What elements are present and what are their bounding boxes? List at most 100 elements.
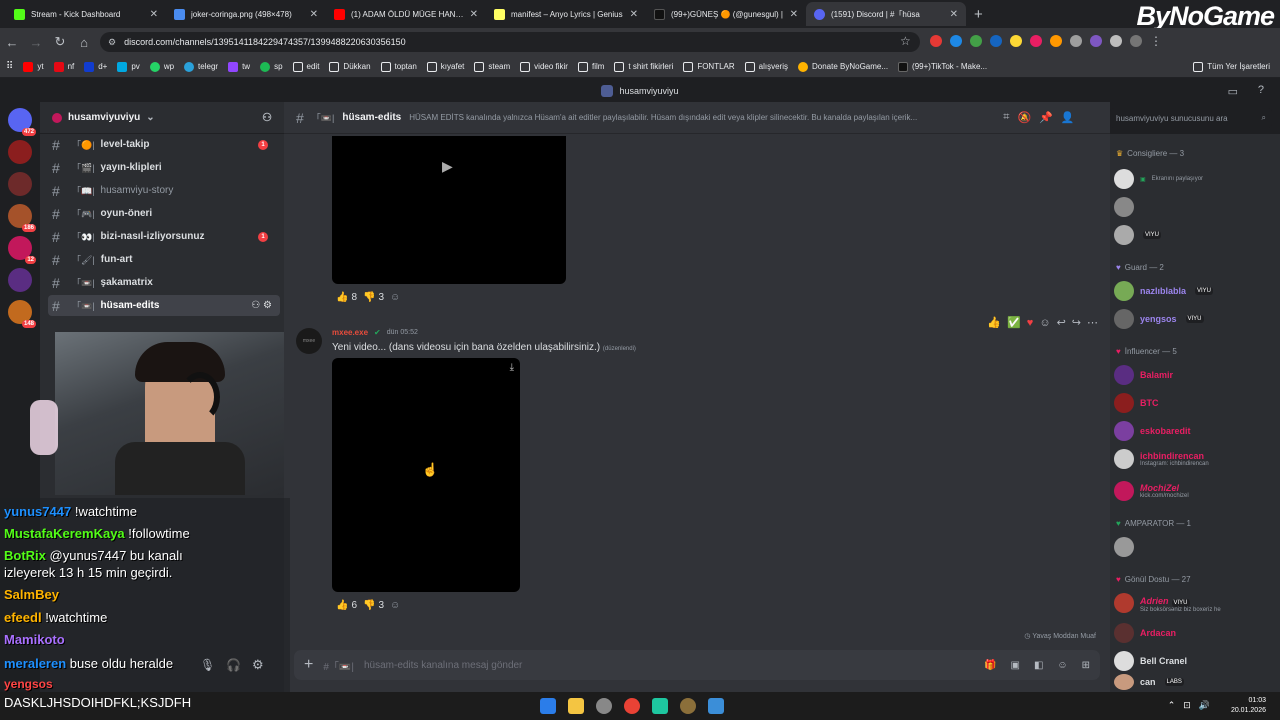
close-icon[interactable]: ✕ [150,9,158,20]
add-reaction-icon[interactable]: ☺ [390,600,400,611]
channel-sakamatrix[interactable]: # 「📼| şakamatrix [48,272,280,293]
extension-icon[interactable] [930,35,942,47]
reaction-thumbs-up[interactable]: 👍 8 [336,292,357,303]
close-icon[interactable]: ✕ [310,9,318,20]
reload-icon[interactable]: ↻ [48,34,72,50]
add-reaction-icon[interactable]: ☺ [1039,317,1050,329]
reaction-thumbs-down[interactable]: 👎 3 [363,600,384,611]
bookmark-donate[interactable]: Donate ByNoGame... [798,61,888,72]
extension-icon[interactable] [950,35,962,47]
home-icon[interactable]: ⌂ [72,35,96,50]
channel-bizi-nasil[interactable]: # 「👀| bizi-nasıl-izliyorsunuz 1 [48,226,280,247]
extension-icon[interactable] [1090,35,1102,47]
channel-husam-edits[interactable]: # 「📼| hüsam-edits ⚇ ⚙ [48,295,280,316]
server-icon[interactable]: 186 [8,204,36,232]
server-icon[interactable] [8,140,32,164]
forward-icon[interactable]: → [24,35,48,50]
inbox-icon[interactable]: ▭ [1228,85,1238,98]
bookmark-alisveris[interactable]: alışveriş [744,61,788,72]
heart-icon[interactable]: ♥ [1027,317,1034,329]
app-icon[interactable] [652,698,668,714]
bookmark-fontlar[interactable]: FONTLAR [683,61,735,72]
video-player[interactable]: ⤓ ☝ [332,358,520,592]
reaction-thumbs-down[interactable]: 👎 3 [363,292,384,303]
tray-chevron-icon[interactable]: ⌃ [1168,700,1176,711]
download-icon[interactable]: ⤓ [510,362,514,373]
tab-joker[interactable]: joker-coringa.png (498×478) ✕ [166,2,326,26]
close-icon[interactable]: ✕ [470,9,478,20]
member-item[interactable]: BTC [1114,391,1276,415]
sticker-icon[interactable]: ◧ [1034,660,1043,671]
file-explorer-icon[interactable] [568,698,584,714]
tab-youtube[interactable]: (1) ADAM ÖLDÜ MÜGE HANIM ✕ [326,2,486,26]
member-item[interactable]: ▣ Ekranını paylaşıyor [1114,167,1276,191]
user-settings-icon[interactable]: ⚙ [252,657,264,673]
server-icon[interactable]: 148 [8,300,36,328]
check-icon[interactable]: ✅ [1007,316,1021,329]
tab-tiktok[interactable]: (99+)GÜNEŞ 🟠 (@gunesgul) | ✕ [646,2,806,26]
member-item[interactable]: nazlıblabla VIYU [1114,279,1276,303]
member-item[interactable]: eskobaredit [1114,419,1276,443]
bookmark-all[interactable]: Tüm Yer İşaretleri [1193,61,1270,72]
settings-gear-icon[interactable]: ⚇ ⚙ [251,300,272,311]
reply-icon[interactable]: ↩ [1057,316,1066,329]
reaction-thumbs-up[interactable]: 👍 6 [336,600,357,611]
extension-icon[interactable] [970,35,982,47]
add-member-icon[interactable]: ⚇ [262,111,272,124]
play-icon[interactable]: ▶ [442,158,453,175]
message-input[interactable]: + #「📼| hüsam-edits kanalına mesaj gönder… [294,650,1100,680]
chrome-icon[interactable] [624,698,640,714]
server-search-input[interactable]: husamviyuviyu sunucusunu ara ⌕ [1110,108,1272,128]
member-item[interactable]: VIYU [1114,223,1276,247]
member-item[interactable]: yengsos VIYU [1114,307,1276,331]
threads-icon[interactable]: ⌗ [1003,111,1009,124]
extension-icon[interactable] [1030,35,1042,47]
direct-messages-icon[interactable]: 472 [8,108,36,136]
server-header[interactable]: husamviyuviyu ⌄ ⚇ [40,102,284,134]
member-item[interactable]: ichbindirencan Instagram: ichbindirencan [1114,447,1276,471]
video-player[interactable]: ▶ [332,136,566,284]
close-icon[interactable]: ✕ [950,9,958,20]
emoji-icon[interactable]: ☺ [1057,660,1067,671]
app-icon[interactable] [680,698,696,714]
server-icon[interactable] [8,172,32,196]
bookmark-wp[interactable]: wp [149,61,174,72]
more-icon[interactable]: ⋯ [1087,316,1098,329]
avatar[interactable]: mxee [296,328,322,354]
help-icon[interactable]: ? [1258,84,1264,96]
url-field[interactable]: ⚙ discord.com/channels/139514118422947435… [100,32,920,52]
extension-icon[interactable] [1070,35,1082,47]
profile-avatar[interactable] [1130,35,1142,47]
tab-discord[interactable]: (1591) Discord | #「hüsa ✕ [806,2,966,26]
channel-fun-art[interactable]: # 「🖌| fun-art [48,249,280,270]
bookmark-toptan[interactable]: toptan [380,61,417,72]
notification-icon[interactable]: 🔕 [1017,111,1031,124]
app-icon[interactable] [708,698,724,714]
close-icon[interactable]: ✕ [630,9,638,20]
site-info-icon[interactable]: ⚙ [108,37,116,48]
bookmark-dplus[interactable]: d+ [84,61,107,72]
bookmark-film[interactable]: film [577,61,604,72]
pin-icon[interactable]: 📌 [1039,111,1053,124]
network-icon[interactable]: ⊡ [1183,700,1191,711]
tab-kick-dashboard[interactable]: Stream - Kick Dashboard ✕ [6,2,166,26]
add-reaction-icon[interactable]: ☺ [390,292,400,303]
member-item[interactable]: can LABS [1114,673,1276,691]
volume-icon[interactable]: 🔊 [1199,700,1210,711]
apps-icon[interactable]: ⠿ [6,61,13,72]
menu-icon[interactable]: ⋮ [1150,35,1162,47]
close-icon[interactable]: ✕ [790,9,798,20]
server-icon[interactable] [8,268,32,292]
member-item[interactable] [1114,195,1276,219]
bookmark-dukkan[interactable]: Dükkan [329,61,371,72]
thumbs-up-icon[interactable]: 👍 [987,316,1001,329]
bookmark-video-fikir[interactable]: video fikir [520,61,568,72]
bookmark-tiktok[interactable]: (99+)TikTok - Make... [898,61,987,72]
extension-icon[interactable] [1010,35,1022,47]
mic-icon[interactable]: 🎙 [200,658,215,672]
channel-husamviyu-story[interactable]: # 「📖| husamviyu-story [48,180,280,201]
start-icon[interactable] [540,698,556,714]
member-item[interactable] [1114,535,1276,559]
bookmark-pv[interactable]: pv [117,61,140,72]
headphones-icon[interactable]: 🎧 [226,658,241,672]
